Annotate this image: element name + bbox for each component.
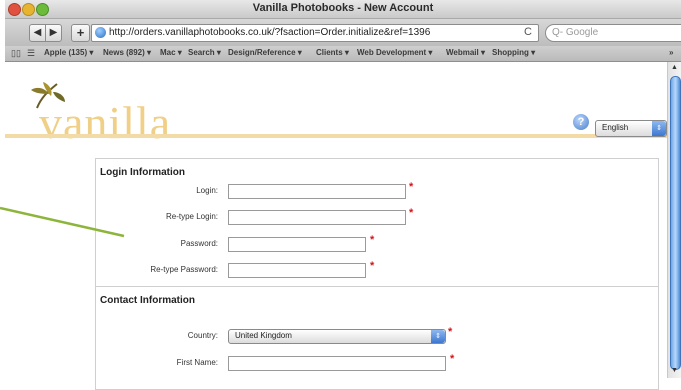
- country-value: United Kingdom: [235, 331, 292, 340]
- address-text: http://orders.vanillaphotobooks.co.uk/?f…: [109, 27, 431, 38]
- login-input[interactable]: [228, 184, 406, 199]
- scrollbar-thumb[interactable]: [670, 76, 681, 370]
- country-required-marker: *: [448, 326, 453, 338]
- registration-form: Login Information Login: * Re-type Login…: [95, 158, 659, 390]
- first-name-required-marker: *: [450, 353, 455, 365]
- bookmarks-overflow[interactable]: »: [669, 48, 673, 57]
- window-title: Vanilla Photobooks - New Account: [252, 2, 434, 14]
- header-divider: [5, 134, 667, 138]
- logo-wordmark: vanilla: [39, 97, 172, 148]
- language-value: English: [602, 123, 629, 132]
- help-icon[interactable]: ?: [573, 114, 589, 130]
- bookmark-shopping[interactable]: Shopping ▾: [492, 48, 535, 57]
- browser-window: Vanilla Photobooks - New Account ◀ ▶ + h…: [5, 0, 681, 390]
- book-icon[interactable]: ▯▯: [11, 48, 21, 59]
- site-globe-icon: [95, 27, 106, 38]
- retype-login-input[interactable]: [228, 210, 406, 225]
- vanilla-logo[interactable]: vanilla: [27, 80, 197, 148]
- search-placeholder: Q- Google: [552, 27, 599, 38]
- reload-icon[interactable]: C: [524, 26, 532, 38]
- bookmark-webmail[interactable]: Webmail ▾: [446, 48, 485, 57]
- password-label: Password:: [180, 239, 218, 248]
- bookmark-news[interactable]: News (892) ▾: [103, 48, 151, 57]
- grid-icon[interactable]: ☰: [27, 48, 35, 59]
- bookmark-design-reference[interactable]: Design/Reference ▾: [228, 48, 302, 57]
- country-select[interactable]: United Kingdom ⇕: [228, 329, 446, 344]
- retype-login-label: Re-type Login:: [165, 212, 218, 221]
- first-name-input[interactable]: [228, 356, 446, 371]
- title-bar: Vanilla Photobooks - New Account: [5, 0, 681, 19]
- language-select[interactable]: English ⇕: [595, 120, 667, 137]
- password-input[interactable]: [228, 237, 366, 252]
- back-button[interactable]: ◀: [29, 24, 46, 42]
- bookmark-search[interactable]: Search ▾: [188, 48, 221, 57]
- vertical-scrollbar[interactable]: ▲ ▼: [667, 62, 681, 378]
- login-required-marker: *: [409, 181, 414, 193]
- address-bar[interactable]: http://orders.vanillaphotobooks.co.uk/?f…: [91, 24, 539, 42]
- bookmark-web-development[interactable]: Web Development ▾: [357, 48, 432, 57]
- chevron-updown-icon: ⇕: [652, 121, 666, 136]
- retype-password-input[interactable]: [228, 263, 366, 278]
- country-label: Country:: [187, 331, 218, 340]
- retype-password-label: Re-type Password:: [150, 265, 218, 274]
- add-bookmark-button[interactable]: +: [71, 24, 90, 42]
- chevron-updown-icon: ⇕: [431, 330, 445, 343]
- scroll-down-arrow-icon[interactable]: ▼: [671, 367, 678, 374]
- bookmark-mac[interactable]: Mac ▾: [160, 48, 182, 57]
- bookmarks-bar: ▯▯ ☰ Apple (135) ▾ News (892) ▾ Mac ▾ Se…: [5, 46, 681, 62]
- forward-button[interactable]: ▶: [45, 24, 62, 42]
- first-name-label: First Name:: [176, 358, 218, 367]
- bookmark-clients[interactable]: Clients ▾: [316, 48, 349, 57]
- search-field[interactable]: Q- Google: [545, 24, 681, 42]
- retype-password-required-marker: *: [370, 260, 375, 272]
- scroll-up-arrow-icon[interactable]: ▲: [671, 64, 678, 71]
- bookmark-apple[interactable]: Apple (135) ▾: [44, 48, 93, 57]
- section-separator: [96, 286, 658, 287]
- page-content: vanilla ? English ⇕ Login Information Lo…: [5, 62, 667, 390]
- login-section-title: Login Information: [100, 167, 185, 178]
- password-required-marker: *: [370, 234, 375, 246]
- browser-toolbar: ◀ ▶ + http://orders.vanillaphotobooks.co…: [5, 19, 681, 46]
- contact-section-title: Contact Information: [100, 295, 195, 306]
- retype-login-required-marker: *: [409, 207, 414, 219]
- login-label: Login:: [196, 186, 218, 195]
